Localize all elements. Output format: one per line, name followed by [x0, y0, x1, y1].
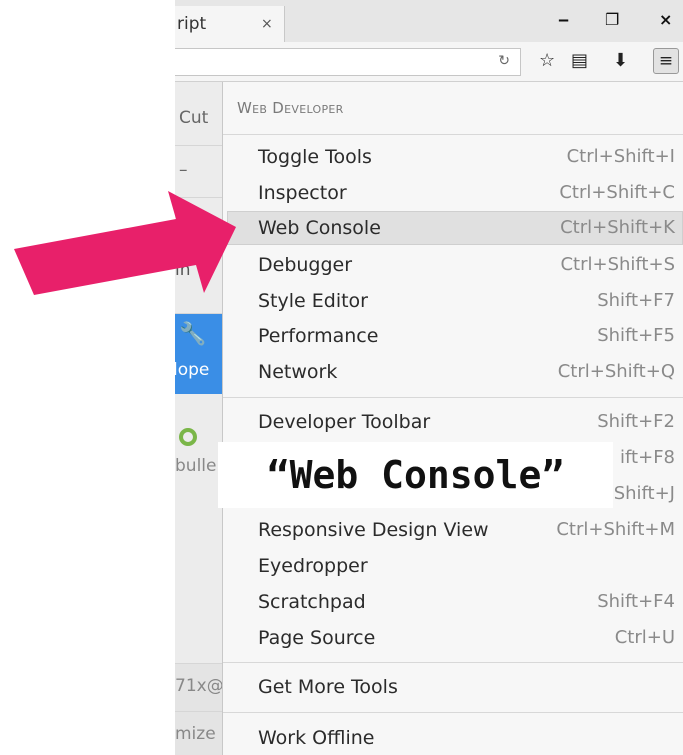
menu-separator	[223, 397, 683, 398]
menu-separator	[223, 712, 683, 713]
tab-close-icon[interactable]: ×	[261, 16, 273, 32]
hamburger-menu-icon[interactable]: ≡	[653, 48, 679, 74]
menu-item-inspector[interactable]: Inspector Ctrl+Shift+C	[227, 176, 683, 210]
menu-item-scratchpad[interactable]: Scratchpad Shift+F4	[227, 585, 683, 619]
submenu-title: Web Developer	[237, 99, 344, 117]
browser-tab[interactable]: ript ×	[175, 6, 285, 42]
menu-item-style-editor[interactable]: Style Editor Shift+F7	[227, 284, 683, 318]
menu-item-work-offline[interactable]: Work Offline	[227, 721, 683, 755]
restore-icon[interactable]: ❐	[605, 10, 619, 29]
developer-button[interactable]: 🔧 lope	[175, 314, 223, 394]
menu-item-page-source[interactable]: Page Source Ctrl+U	[227, 621, 683, 655]
account-row[interactable]: 71x@	[175, 664, 223, 712]
menu-separator	[223, 662, 683, 663]
url-bar[interactable]: ↻	[175, 48, 521, 76]
menu-item-responsive-design-view[interactable]: Responsive Design View Ctrl+Shift+M	[227, 513, 683, 547]
web-developer-submenu: Web Developer Toggle Tools Ctrl+Shift+I …	[222, 82, 683, 755]
submenu-header: Web Developer	[223, 82, 683, 135]
download-icon[interactable]: ⬇	[613, 50, 628, 71]
wrench-icon: 🔧	[179, 322, 207, 347]
tab-title: ript	[177, 14, 207, 34]
menu-item-performance[interactable]: Performance Shift+F5	[227, 319, 683, 353]
annotation-arrow	[14, 191, 236, 295]
tab-strip: ript × ‒ ❐ ×	[175, 0, 683, 42]
customize-row[interactable]: mize	[175, 712, 223, 755]
menu-item-eyedropper[interactable]: Eyedropper	[227, 549, 683, 583]
green-circle-icon	[179, 428, 197, 446]
reading-list-icon[interactable]: ▤	[571, 50, 588, 71]
addons-area: bulle	[175, 394, 223, 664]
menu-item-web-console[interactable]: Web Console Ctrl+Shift+K	[227, 211, 683, 245]
minimize-icon[interactable]: ‒	[558, 10, 569, 29]
reload-icon[interactable]: ↻	[498, 53, 510, 69]
menu-item-get-more-tools[interactable]: Get More Tools	[227, 670, 683, 704]
annotation-caption: “Web Console”	[218, 442, 613, 508]
menu-item-debugger[interactable]: Debugger Ctrl+Shift+S	[227, 248, 683, 282]
nav-bar: ↻ ☆ ▤ ⬇ ≡	[175, 42, 683, 82]
bookmark-star-icon[interactable]: ☆	[539, 50, 555, 71]
close-window-icon[interactable]: ×	[659, 10, 672, 29]
menu-item-developer-toolbar[interactable]: Developer Toolbar Shift+F2	[227, 405, 683, 439]
main-menu-panel: Cut – in 🔧 lope bulle 71x@ mize	[175, 82, 223, 755]
menu-item-toggle-tools[interactable]: Toggle Tools Ctrl+Shift+I	[227, 140, 683, 174]
menu-item-network[interactable]: Network Ctrl+Shift+Q	[227, 355, 683, 389]
cut-button[interactable]: Cut	[175, 82, 223, 146]
